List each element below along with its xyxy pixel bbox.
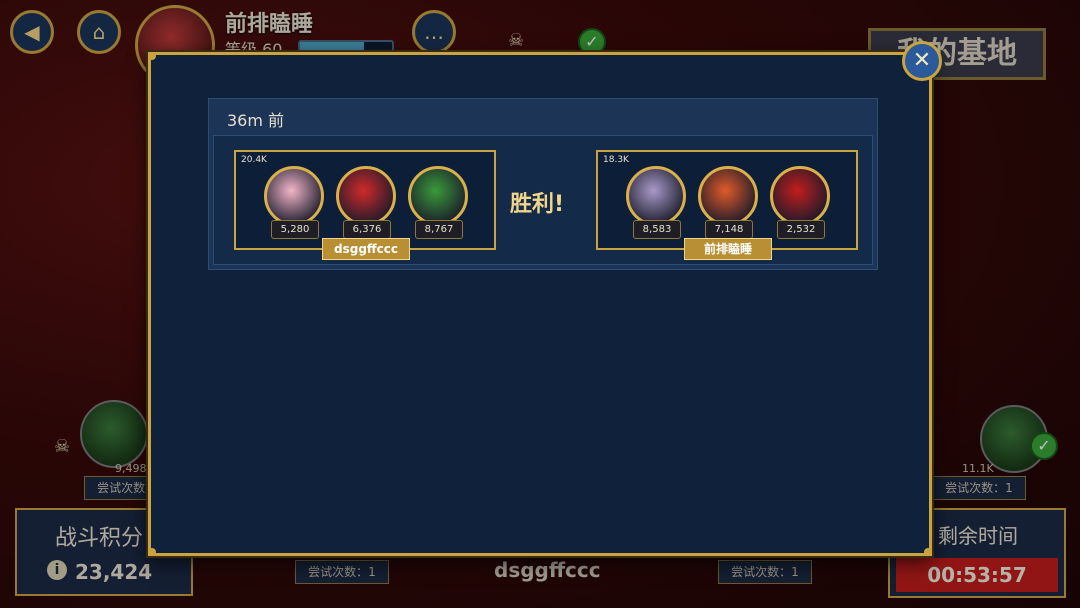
hero-portrait bbox=[336, 166, 396, 226]
team-name: 前排瞌睡 bbox=[684, 238, 772, 260]
team-right[interactable]: 18.3K 8,583 7,148 2,532 前排瞌睡 bbox=[596, 150, 858, 260]
match-time-ago: 36m 前 bbox=[227, 111, 285, 130]
team-power: 18.3K bbox=[603, 155, 629, 165]
team-name: dsggffccc bbox=[322, 238, 410, 260]
hero-score: 2,532 bbox=[777, 220, 825, 239]
hero-score: 8,583 bbox=[633, 220, 681, 239]
team-power: 20.4K bbox=[241, 155, 267, 165]
team-left[interactable]: 20.4K 5,280 6,376 8,767 dsggffccc bbox=[234, 150, 496, 260]
match-detail: 20.4K 5,280 6,376 8,767 dsggffccc 胜利! 18… bbox=[213, 135, 873, 265]
close-icon: ✕ bbox=[912, 48, 932, 73]
close-button[interactable]: ✕ bbox=[902, 41, 942, 81]
hero-score: 5,280 bbox=[271, 220, 319, 239]
match-result: 胜利! bbox=[510, 192, 565, 217]
hero-portrait bbox=[770, 166, 830, 226]
hero-score: 7,148 bbox=[705, 220, 753, 239]
hero-portrait bbox=[626, 166, 686, 226]
battle-log-modal: 36m 前 20.4K 5,280 6,376 8,767 dsggffccc … bbox=[148, 52, 932, 556]
match-record[interactable]: 36m 前 20.4K 5,280 6,376 8,767 dsggffccc … bbox=[208, 98, 878, 270]
hero-portrait bbox=[408, 166, 468, 226]
hero-portrait bbox=[698, 166, 758, 226]
corner-ornament bbox=[148, 52, 156, 60]
hero-portrait bbox=[264, 166, 324, 226]
corner-ornament bbox=[924, 548, 932, 556]
hero-score: 6,376 bbox=[343, 220, 391, 239]
corner-ornament bbox=[148, 548, 156, 556]
hero-score: 8,767 bbox=[415, 220, 463, 239]
